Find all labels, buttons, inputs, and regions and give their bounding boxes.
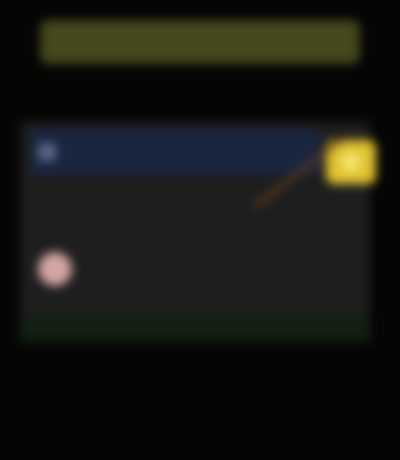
banner-title (40, 20, 360, 64)
user-row[interactable] (38, 250, 258, 288)
avatar-icon (38, 252, 72, 286)
footer-text (20, 352, 380, 440)
search-field[interactable] (30, 130, 320, 174)
notification-icon (341, 152, 361, 172)
subtitle-text (30, 88, 360, 112)
search-icon (38, 143, 56, 161)
section-label (40, 194, 140, 220)
